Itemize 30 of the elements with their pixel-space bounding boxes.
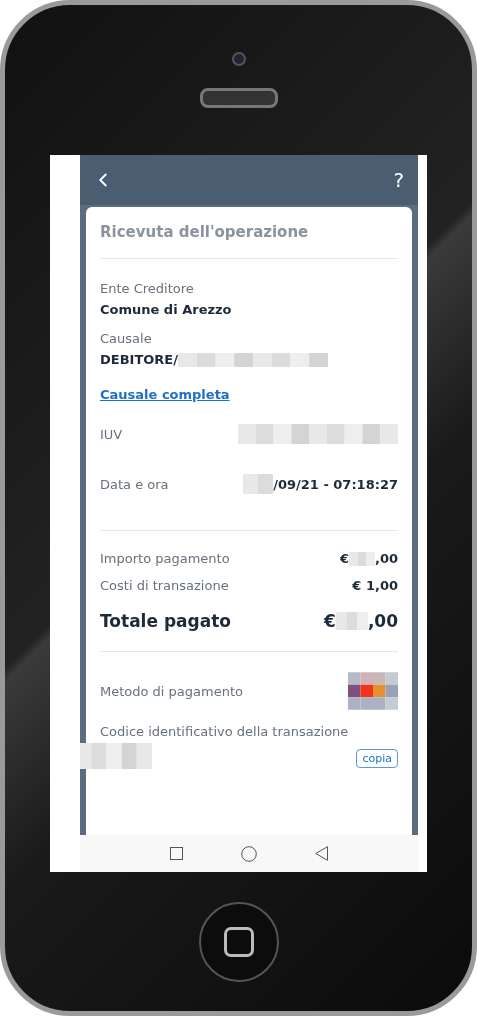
speaker-icon — [199, 88, 278, 108]
redacted-text — [348, 551, 375, 566]
redacted-text — [80, 743, 152, 769]
camera-icon — [231, 52, 246, 66]
field-label: Data e ora — [100, 476, 169, 492]
receipt-title: Ricevuta dell'operazione — [100, 207, 398, 259]
back-triangle-icon[interactable] — [315, 846, 328, 861]
field-label: Causale — [100, 331, 153, 346]
amount-value: € 1,00 — [352, 578, 398, 593]
field-label: Metodo di pagamento — [100, 683, 243, 699]
card-logo-icon — [348, 672, 398, 710]
full-reason-link[interactable]: Causale completa — [100, 387, 230, 402]
field-value: DEBITORE/ — [100, 352, 178, 367]
field-label: Codice identificativo della transazione — [100, 724, 350, 739]
amount-label: Importo pagamento — [100, 551, 230, 566]
amount-decimals: ,00 — [367, 611, 398, 631]
field-value: Comune di Arezzo — [100, 302, 232, 317]
currency-symbol: € — [339, 551, 349, 566]
redacted-text — [335, 612, 368, 630]
amount-label: Totale pagato — [100, 611, 231, 631]
field-label: Ente Creditore — [100, 281, 195, 296]
copy-button[interactable]: copia — [356, 748, 398, 768]
help-button[interactable]: ? — [393, 168, 404, 192]
currency-symbol: € — [324, 611, 336, 631]
amount-decimals: ,00 — [374, 551, 398, 566]
field-value: /09/21 - 07:18:27 — [273, 476, 398, 492]
amount-label: Costi di transazione — [100, 578, 229, 593]
recents-icon[interactable] — [170, 847, 183, 860]
home-icon[interactable] — [241, 845, 257, 862]
field-label: IUV — [100, 426, 123, 442]
